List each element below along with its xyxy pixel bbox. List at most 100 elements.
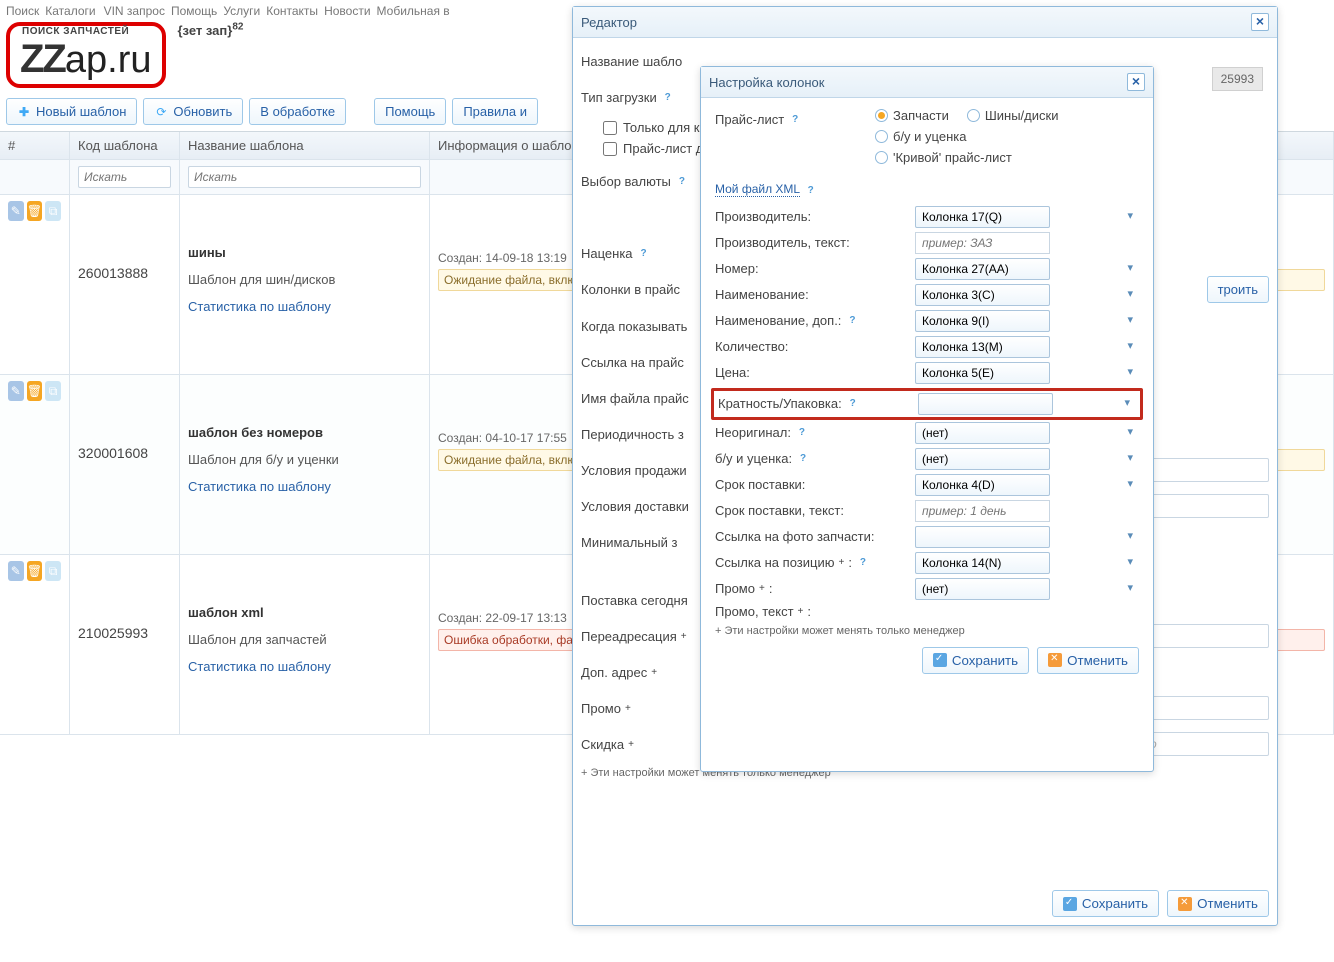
delete-icon[interactable]: 🗑 [27, 201, 43, 221]
nav-services[interactable]: Услуги [223, 4, 260, 18]
help-button[interactable]: Помощь [374, 98, 446, 125]
col-setting-row: Цена:Колонка 5(E) [715, 362, 1139, 384]
col-label: Срок поставки, текст: [715, 503, 915, 518]
nav-contacts[interactable]: Контакты [266, 4, 318, 18]
edit-icon[interactable]: ✎ [8, 201, 24, 221]
cols-save-button[interactable]: Сохранить [922, 647, 1029, 674]
nav-mobile[interactable]: Мобильная в [377, 4, 450, 18]
rules-button[interactable]: Правила и [452, 98, 538, 125]
help-icon[interactable]: ? [845, 314, 859, 328]
radio-icon [875, 109, 888, 122]
delete-icon[interactable]: 🗑 [27, 561, 43, 581]
filter-name-input[interactable] [188, 166, 421, 188]
nav-news[interactable]: Новости [324, 4, 370, 18]
col-select[interactable]: Колонка 3(C) [915, 284, 1050, 306]
nav-vin[interactable]: VIN запрос [104, 4, 165, 18]
cols-close-button[interactable]: × [1127, 73, 1145, 91]
help-icon[interactable]: ? [788, 112, 802, 126]
configure-cols-button[interactable]: троить [1207, 276, 1269, 303]
help-icon[interactable]: ? [795, 426, 809, 440]
col-num[interactable]: # [0, 132, 70, 159]
col-text-input[interactable] [915, 500, 1050, 522]
col-name[interactable]: Название шаблона [180, 132, 430, 159]
col-select[interactable]: Колонка 9(I) [915, 310, 1050, 332]
filter-code-input[interactable] [78, 166, 171, 188]
template-title: шаблон без номеров [188, 425, 421, 440]
edit-icon[interactable]: ✎ [8, 561, 24, 581]
editor-cancel-button[interactable]: Отменить [1167, 890, 1269, 917]
radio-icon [875, 151, 888, 164]
col-setting-row: б/у и уценка: ?(нет) [715, 448, 1139, 470]
copy-icon[interactable]: ⧉ [45, 381, 61, 401]
col-setting-row: Срок поставки, текст: [715, 500, 1139, 522]
help-icon[interactable]: ? [637, 246, 651, 260]
plus-icon: ✚ [17, 105, 31, 119]
editor-save-button[interactable]: Сохранить [1052, 890, 1159, 917]
cell-code: 210025993 [70, 555, 180, 734]
nav-search[interactable]: Поиск [6, 4, 39, 18]
refresh-button[interactable]: ⟳Обновить [143, 98, 243, 125]
editor-title-bar[interactable]: Редактор × [573, 7, 1277, 38]
radio-crooked[interactable]: 'Кривой' прайс-лист [875, 150, 1012, 165]
col-setting-row: Наименование:Колонка 3(C) [715, 284, 1139, 306]
cell-code: 260013888 [70, 195, 180, 374]
col-select[interactable] [918, 393, 1053, 415]
radio-tires[interactable]: Шины/диски [967, 108, 1059, 123]
col-select[interactable]: (нет) [915, 448, 1050, 470]
copy-icon[interactable]: ⧉ [45, 561, 61, 581]
in-processing-button[interactable]: В обработке [249, 98, 346, 125]
template-title: шины [188, 245, 421, 260]
template-subtitle: Шаблон для запчастей [188, 632, 421, 647]
col-label: Производитель, текст: [715, 235, 915, 250]
col-select[interactable]: Колонка 13(M) [915, 336, 1050, 358]
editor-close-button[interactable]: × [1251, 13, 1269, 31]
edit-icon[interactable]: ✎ [8, 381, 24, 401]
col-select[interactable] [915, 526, 1050, 548]
lbl-price-list: Прайс-лист [715, 112, 784, 127]
col-text-input[interactable] [915, 232, 1050, 254]
help-icon[interactable]: ? [661, 90, 675, 104]
col-setting-row: Промо, текст+: [715, 604, 1139, 619]
col-select[interactable]: Колонка 4(D) [915, 474, 1050, 496]
help-icon[interactable]: ? [675, 174, 689, 188]
logo[interactable]: ПОИСК ЗАПЧАСТЕЙ ZZ ap.ru [6, 22, 166, 88]
refresh-icon: ⟳ [154, 105, 168, 119]
col-select[interactable]: Колонка 17(Q) [915, 206, 1050, 228]
col-setting-row: Ссылка на позицию+: ?Колонка 14(N) [715, 552, 1139, 574]
stats-link[interactable]: Статистика по шаблону [188, 659, 331, 674]
new-template-button[interactable]: ✚Новый шаблон [6, 98, 137, 125]
template-subtitle: Шаблон для шин/дисков [188, 272, 421, 287]
col-select[interactable]: Колонка 14(N) [915, 552, 1050, 574]
col-label: Неоригинал: ? [715, 425, 915, 440]
nav-help[interactable]: Помощь [171, 4, 217, 18]
col-label: Цена: [715, 365, 915, 380]
nav-catalogs[interactable]: Каталоги [45, 4, 97, 18]
xml-link[interactable]: Мой файл XML [715, 182, 800, 197]
help-icon[interactable]: ? [846, 397, 860, 411]
col-label: Наименование: [715, 287, 915, 302]
col-select[interactable]: (нет) [915, 422, 1050, 444]
x-icon [1048, 653, 1062, 667]
col-label: Наименование, доп.: ? [715, 313, 915, 328]
stats-link[interactable]: Статистика по шаблону [188, 479, 331, 494]
radio-used[interactable]: б/у и уценка [875, 129, 966, 144]
radio-parts[interactable]: Запчасти [875, 108, 949, 123]
cols-title-bar[interactable]: Настройка колонок × [701, 67, 1153, 98]
col-label: Промо+: [715, 581, 915, 596]
col-code[interactable]: Код шаблона [70, 132, 180, 159]
cols-footnote: Эти настройки может менять только менедж… [715, 625, 1139, 637]
col-select[interactable]: Колонка 5(E) [915, 362, 1050, 384]
col-select[interactable]: Колонка 27(AA) [915, 258, 1050, 280]
col-select[interactable]: (нет) [915, 578, 1050, 600]
help-icon[interactable]: ? [796, 452, 810, 466]
stats-link[interactable]: Статистика по шаблону [188, 299, 331, 314]
help-icon[interactable]: ? [804, 184, 818, 198]
col-label: Производитель: [715, 209, 915, 224]
col-setting-row: Количество:Колонка 13(M) [715, 336, 1139, 358]
help-icon[interactable]: ? [856, 556, 870, 570]
delete-icon[interactable]: 🗑 [27, 381, 43, 401]
cols-cancel-button[interactable]: Отменить [1037, 647, 1139, 674]
copy-icon[interactable]: ⧉ [45, 201, 61, 221]
radio-icon [875, 130, 888, 143]
cols-title: Настройка колонок [709, 75, 824, 90]
